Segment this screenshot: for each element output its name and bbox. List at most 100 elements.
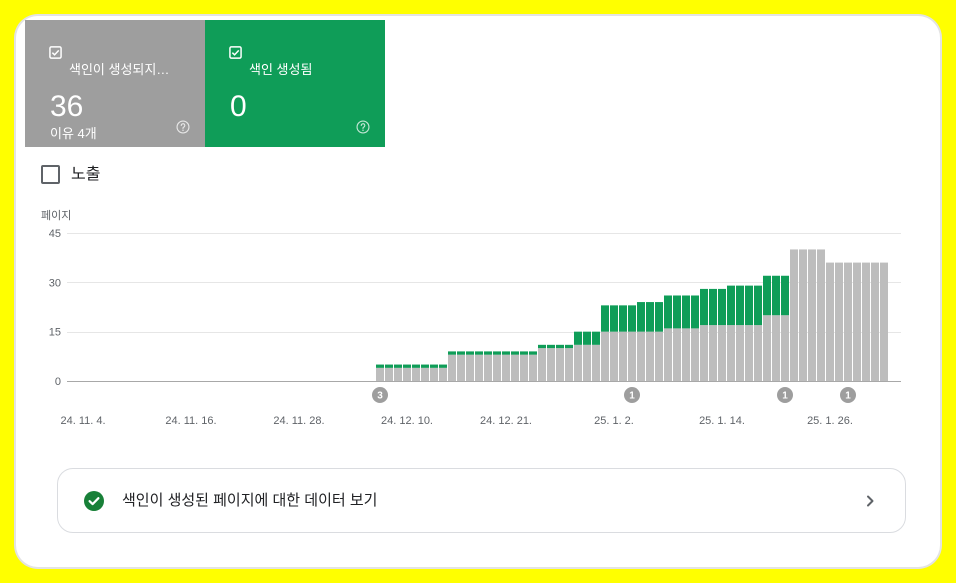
- bar-segment-not-indexed: [556, 348, 564, 381]
- bar: [808, 249, 816, 381]
- bar-segment-not-indexed: [412, 367, 420, 381]
- bar: [736, 285, 744, 381]
- y-tick-label: 30: [49, 277, 61, 289]
- annotation-count: 1: [845, 391, 851, 402]
- bar: [790, 249, 798, 381]
- bar-segment-not-indexed: [754, 325, 762, 381]
- help-circle-icon[interactable]: [176, 120, 190, 134]
- tile-label: 색인 생성됨: [249, 62, 313, 77]
- bar-segment-not-indexed: [520, 354, 528, 381]
- annotation-count: 3: [377, 391, 383, 402]
- bars: [376, 249, 888, 381]
- tile-count: 0: [230, 90, 247, 123]
- bar: [754, 285, 762, 381]
- bar-segment-not-indexed: [700, 325, 708, 381]
- bar-segment-not-indexed: [385, 367, 393, 381]
- bar-segment-indexed: [538, 344, 546, 349]
- bar: [844, 262, 852, 381]
- bar-segment-not-indexed: [502, 354, 510, 381]
- bar-segment-indexed: [736, 285, 744, 326]
- bar: [376, 364, 384, 381]
- bar-segment-indexed: [511, 351, 519, 355]
- x-tick-label: 24. 12. 10.: [381, 415, 433, 427]
- bar-segment-not-indexed: [421, 367, 429, 381]
- bar-segment-indexed: [439, 364, 447, 368]
- bar-segment-not-indexed: [601, 331, 609, 381]
- bar: [700, 288, 708, 381]
- bar: [619, 305, 627, 381]
- bar: [439, 364, 447, 381]
- annotation-marker[interactable]: 1: [840, 387, 856, 403]
- annotation-marker[interactable]: 3: [372, 387, 388, 403]
- bar-segment-indexed: [619, 305, 627, 332]
- bar: [781, 275, 789, 381]
- help-circle-icon[interactable]: [356, 120, 370, 134]
- x-axis-ticks: 24. 11. 4. 24. 11. 16. 24. 11. 28. 24. 12. …: [60, 415, 852, 427]
- bar: [412, 364, 420, 381]
- bar-segment-not-indexed: [655, 331, 663, 381]
- bar-segment-not-indexed: [430, 367, 438, 381]
- tile-indexed[interactable]: 색인 생성됨 0: [205, 20, 385, 147]
- bar-segment-indexed: [727, 285, 735, 326]
- bar-segment-not-indexed: [511, 354, 519, 381]
- bar: [601, 305, 609, 381]
- impressions-checkbox[interactable]: [41, 165, 60, 184]
- bar-segment-indexed: [529, 351, 537, 355]
- y-axis-title: 페이지: [41, 209, 71, 222]
- bar-segment-indexed: [565, 344, 573, 349]
- bar-segment-indexed: [484, 351, 492, 355]
- bar-segment-not-indexed: [637, 331, 645, 381]
- bar-segment-indexed: [421, 364, 429, 368]
- bar-segment-indexed: [412, 364, 420, 368]
- bar: [691, 295, 699, 381]
- bar-segment-indexed: [682, 295, 690, 329]
- bar-segment-indexed: [664, 295, 672, 329]
- checkbox-checked-icon: [49, 46, 62, 59]
- indexing-status-chart: 페이지 0153045 3111 24. 11. 4. 24. 11. 16. 24…: [41, 209, 901, 427]
- bar-segment-not-indexed: [718, 325, 726, 381]
- bar: [826, 262, 834, 381]
- bar: [673, 295, 681, 381]
- annotation-marker[interactable]: 1: [624, 387, 640, 403]
- annotation-marker[interactable]: 1: [777, 387, 793, 403]
- y-axis-ticks: 0 15 30 45: [49, 228, 61, 388]
- bar: [709, 288, 717, 381]
- bar-segment-not-indexed: [610, 331, 618, 381]
- bar: [538, 344, 546, 381]
- bar-segment-indexed: [394, 364, 402, 368]
- bar: [502, 351, 510, 381]
- bar: [583, 331, 591, 381]
- bar-segment-not-indexed: [466, 354, 474, 381]
- bar: [466, 351, 474, 381]
- bar-segment-indexed: [601, 305, 609, 332]
- view-indexed-pages-link[interactable]: 색인이 생성된 페이지에 대한 데이터 보기: [57, 468, 906, 533]
- x-tick-label: 24. 12. 21.: [480, 415, 532, 427]
- impressions-toggle[interactable]: 노출: [41, 164, 100, 185]
- y-tick-label: 15: [49, 327, 61, 339]
- bar: [457, 351, 465, 381]
- bar-segment-indexed: [718, 288, 726, 326]
- bar-segment-not-indexed: [529, 354, 537, 381]
- bar-segment-indexed: [745, 285, 753, 326]
- bar-segment-indexed: [556, 344, 564, 349]
- bar: [817, 249, 825, 381]
- bar-segment-not-indexed: [880, 262, 888, 381]
- bar-segment-indexed: [655, 302, 663, 332]
- bar-segment-not-indexed: [574, 344, 582, 381]
- bar: [682, 295, 690, 381]
- bar-segment-indexed: [610, 305, 618, 332]
- bar-segment-indexed: [448, 351, 456, 355]
- bar-segment-not-indexed: [673, 328, 681, 381]
- tile-not-indexed[interactable]: 색인이 생성되지… 36 이유 4개: [25, 20, 205, 147]
- annotation-count: 1: [629, 391, 635, 402]
- tile-label: 색인이 생성되지…: [69, 62, 170, 77]
- bar-segment-indexed: [754, 285, 762, 326]
- bar-segment-not-indexed: [745, 325, 753, 381]
- bar-segment-indexed: [691, 295, 699, 329]
- bar-segment-indexed: [493, 351, 501, 355]
- bar-segment-not-indexed: [493, 354, 501, 381]
- x-tick-label: 25. 1. 2.: [594, 415, 634, 427]
- bar-segment-not-indexed: [871, 262, 879, 381]
- bar-segment-not-indexed: [817, 249, 825, 381]
- bar: [394, 364, 402, 381]
